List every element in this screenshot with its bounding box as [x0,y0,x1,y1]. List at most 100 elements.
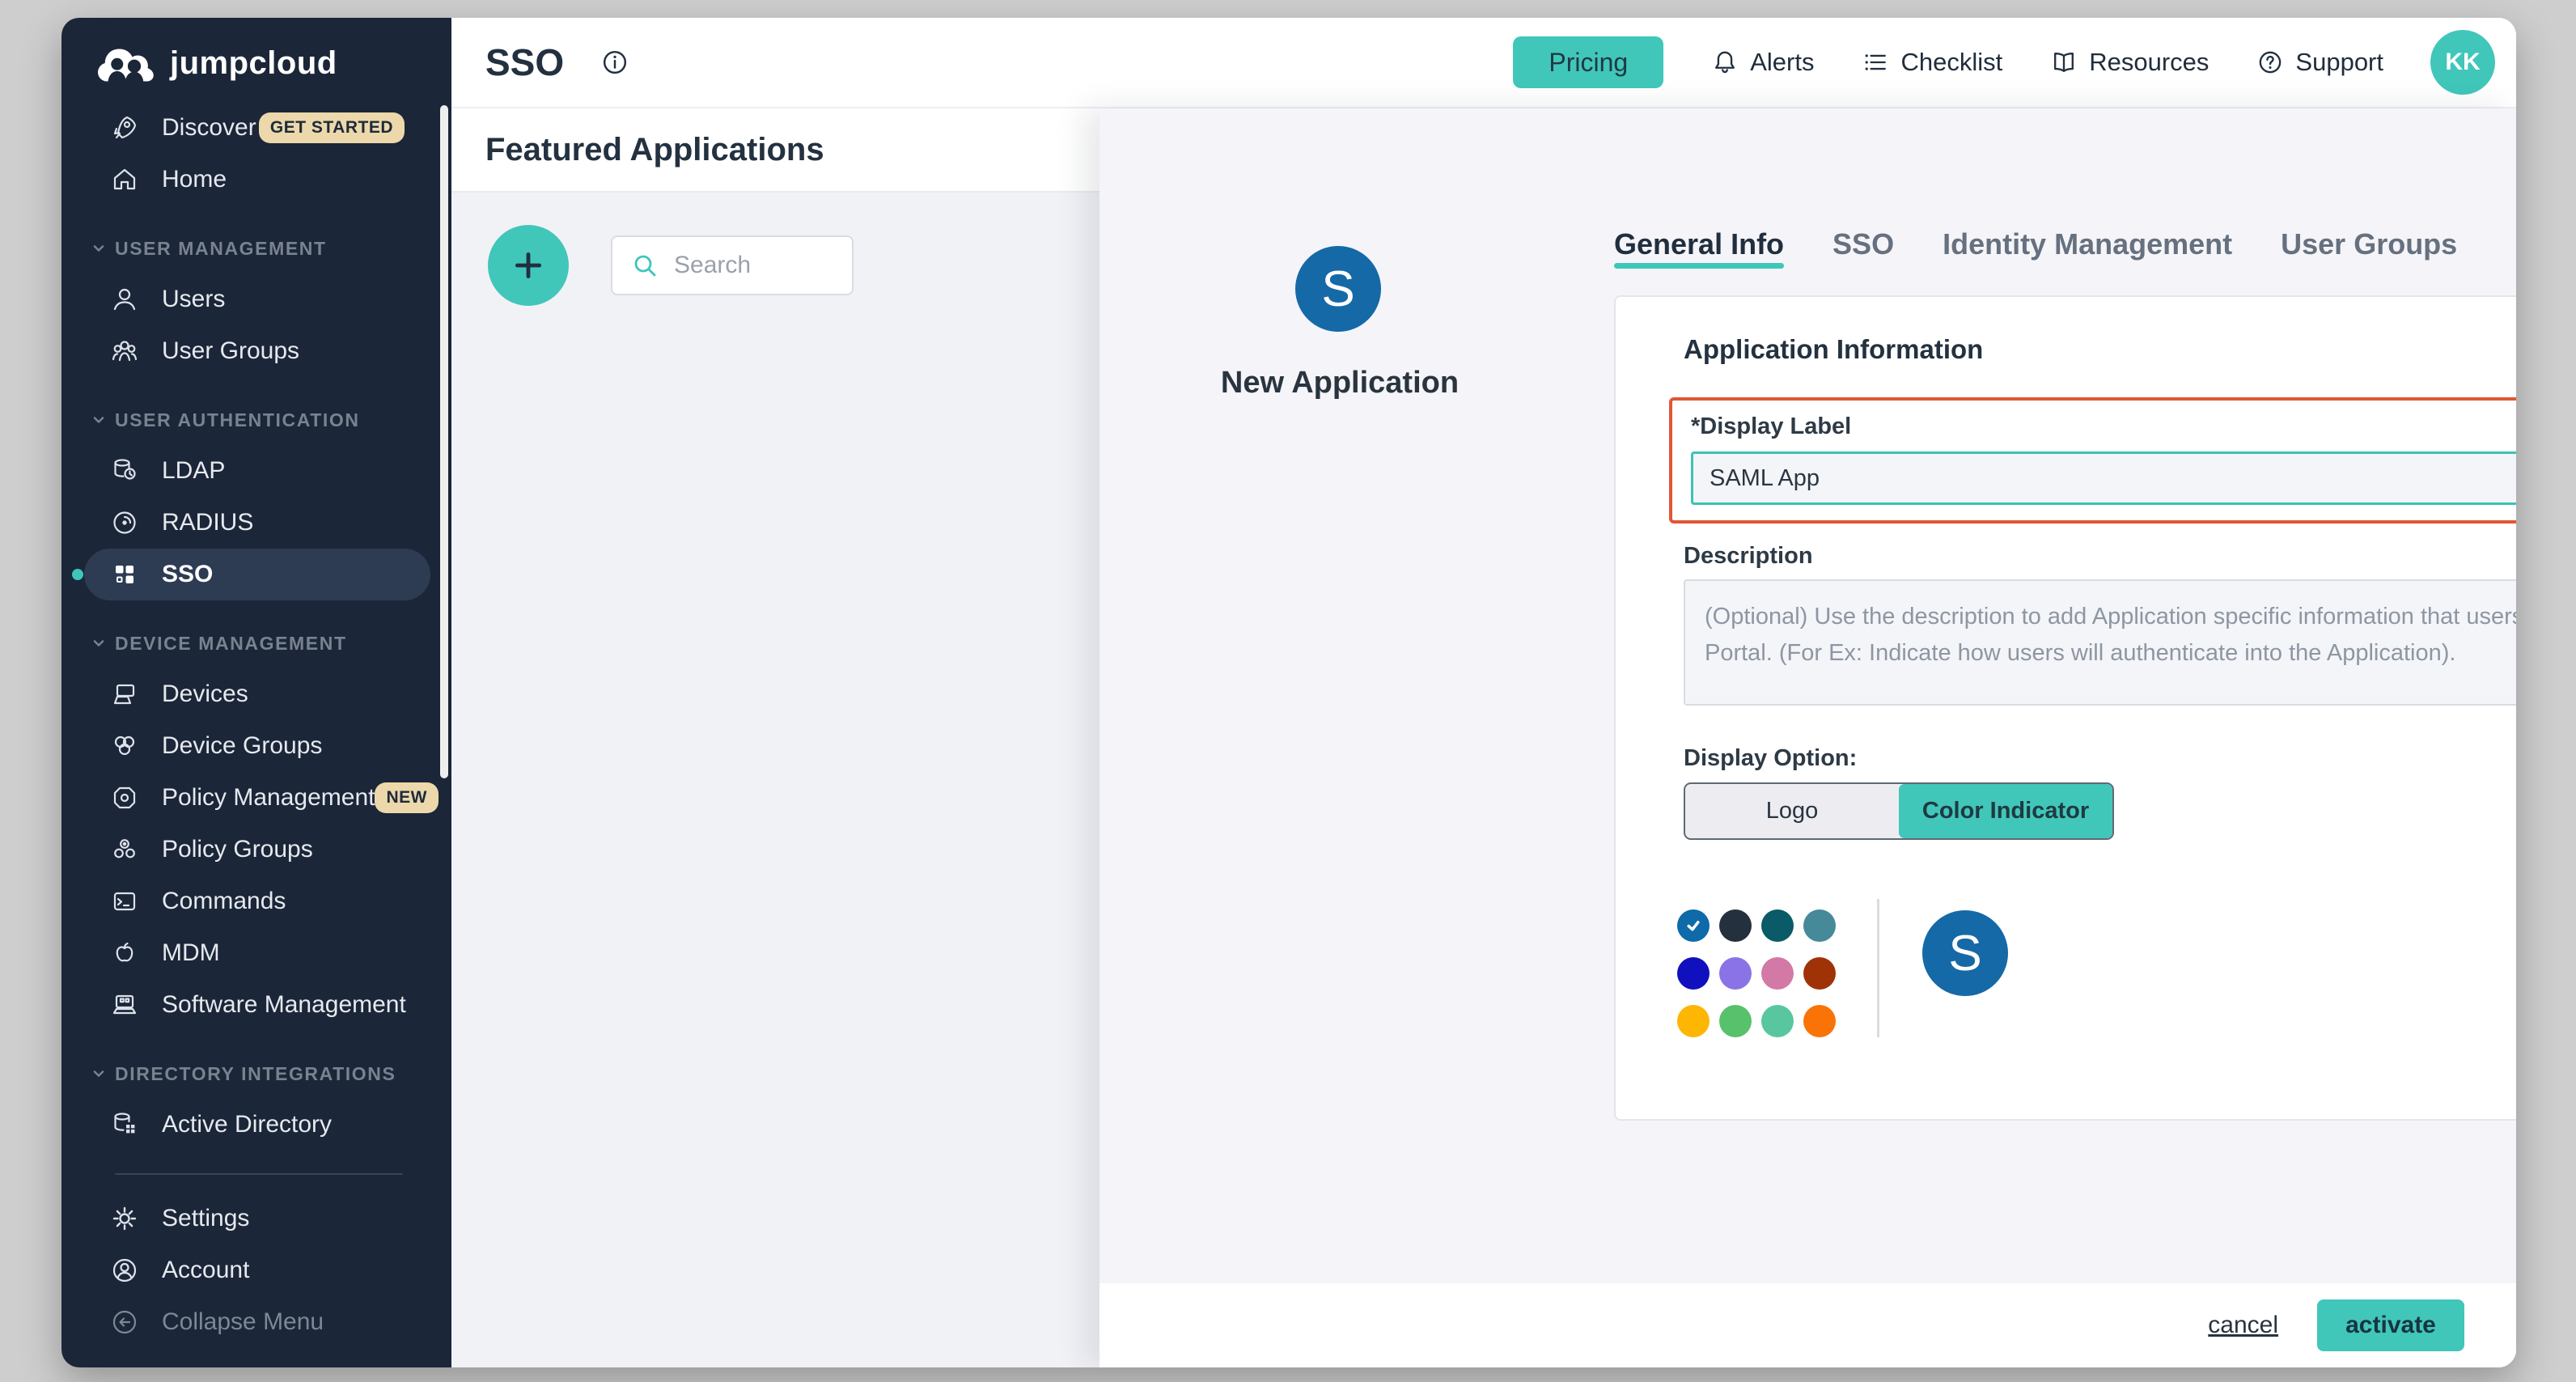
policy-icon [110,783,139,812]
alerts-button[interactable]: Alerts [1710,48,1814,77]
display-option-label: Display Option: [1684,745,1857,772]
user-group-icon [110,337,139,366]
color-swatch[interactable] [1803,1005,1836,1037]
sidebar-item-collapse-menu[interactable]: Collapse Menu [61,1296,451,1348]
app-window: jumpcloud Discover GET STARTED [61,18,2516,1367]
sidebar-item-label: Policy Management [162,784,375,812]
description-textarea[interactable] [1684,579,2516,706]
help-icon [2256,48,2285,77]
device-group-icon [110,731,139,761]
dialog-title: New Application [1178,366,1502,401]
color-swatch[interactable] [1761,957,1794,990]
sidebar-item-label: Account [162,1257,249,1284]
active-tab-underline [1614,263,1784,269]
section-title: USER AUTHENTICATION [115,409,360,431]
color-swatch[interactable] [1677,1005,1710,1037]
chevron-down-icon [91,1066,107,1082]
jumpcloud-cloud-icon [94,43,159,83]
logo-option[interactable]: Logo [1685,784,1899,838]
sidebar-item-ldap[interactable]: LDAP [61,445,451,497]
apple-icon [110,939,139,968]
color-swatch[interactable] [1677,957,1710,990]
checklist-button[interactable]: Checklist [1861,48,2002,77]
rocket-icon [110,113,139,142]
sidebar-item-settings[interactable]: Settings [61,1193,451,1244]
sidebar-scrollbar[interactable] [440,105,448,778]
home-icon [110,165,139,194]
display-option-toggle: Logo Color Indicator [1684,782,2114,840]
sidebar-item-users[interactable]: Users [61,273,451,325]
policy-group-icon [110,835,139,864]
color-swatch[interactable] [1719,1005,1752,1037]
devices-icon [110,680,139,709]
display-label-input[interactable] [1691,451,2516,505]
card-heading: Application Information [1684,334,1983,365]
search-icon [630,251,659,280]
main-area: SSO Pricing Alerts [451,18,2516,1367]
sidebar-item-device-groups[interactable]: Device Groups [61,720,451,772]
sidebar-item-user-groups[interactable]: User Groups [61,325,451,377]
sidebar-item-label: Policy Groups [162,836,313,863]
swatch-preview-divider [1877,899,1879,1037]
bell-icon [1710,48,1739,77]
application-information-card: Application Information *Display Label D… [1614,295,2516,1121]
sidebar-item-devices[interactable]: Devices [61,668,451,720]
color-swatch[interactable] [1761,1005,1794,1037]
jumpcloud-logo[interactable]: jumpcloud [61,40,451,86]
color-swatch[interactable] [1719,909,1752,942]
sidebar-item-sso[interactable]: SSO [84,549,430,600]
new-badge: NEW [375,782,439,813]
pricing-button[interactable]: Pricing [1513,36,1663,88]
sidebar-item-label: LDAP [162,457,225,485]
resources-button[interactable]: Resources [2049,48,2209,77]
info-icon[interactable] [600,47,630,78]
resources-label: Resources [2089,48,2209,77]
sidebar-item-home[interactable]: Home [61,154,451,206]
color-swatch[interactable] [1719,957,1752,990]
section-user-management[interactable]: USER MANAGEMENT [61,223,451,273]
sidebar-item-label: MDM [162,939,220,967]
featured-applications-title: Featured Applications [485,132,824,168]
tab-identity-management[interactable]: Identity Management [1943,227,2232,262]
support-button[interactable]: Support [2256,48,2383,77]
sidebar-item-label: User Groups [162,337,299,365]
sidebar-item-policy-groups[interactable]: Policy Groups [61,824,451,875]
color-swatch[interactable] [1803,957,1836,990]
search-input[interactable] [672,251,818,280]
sidebar-item-commands[interactable]: Commands [61,875,451,927]
user-avatar[interactable]: KK [2430,30,2495,95]
collapse-arrow-icon [110,1308,139,1337]
section-user-authentication[interactable]: USER AUTHENTICATION [61,395,451,445]
tab-general-info[interactable]: General Info [1614,227,1784,262]
tab-sso[interactable]: SSO [1832,227,1894,262]
color-swatch-selected[interactable] [1677,909,1710,942]
sidebar-item-mdm[interactable]: MDM [61,927,451,979]
color-swatch[interactable] [1803,909,1836,942]
checklist-icon [1861,48,1890,77]
section-directory-integrations[interactable]: DIRECTORY INTEGRATIONS [61,1049,451,1099]
active-indicator-dot [72,569,83,580]
account-icon [110,1256,139,1285]
section-device-management[interactable]: DEVICE MANAGEMENT [61,618,451,668]
sidebar-item-account[interactable]: Account [61,1244,451,1296]
color-swatch[interactable] [1761,909,1794,942]
check-icon [1684,917,1702,935]
sidebar-item-radius[interactable]: RADIUS [61,497,451,549]
terminal-icon [110,887,139,916]
alerts-label: Alerts [1750,48,1814,77]
sidebar-item-software-management[interactable]: Software Management [61,979,451,1031]
sidebar-menu: Discover GET STARTED Home USER MANAGEMEN… [61,102,451,1348]
sidebar-item-discover[interactable]: Discover GET STARTED [61,102,451,154]
sidebar-item-policy-management[interactable]: Policy Management NEW [61,772,451,824]
tab-user-groups[interactable]: User Groups [2281,227,2457,262]
database-clock-icon [110,456,139,485]
chevron-down-icon [91,635,107,651]
sidebar-item-label: Software Management [162,991,406,1019]
cancel-button[interactable]: cancel [2208,1312,2278,1339]
add-application-button[interactable] [488,225,569,306]
new-application-dialog: S New Application General Info SSO Ident… [1099,108,2516,1367]
activate-button[interactable]: activate [2317,1299,2464,1351]
color-indicator-option[interactable]: Color Indicator [1899,784,2112,838]
tab-label: SSO [1832,227,1894,261]
sidebar-item-active-directory[interactable]: Active Directory [61,1099,451,1151]
